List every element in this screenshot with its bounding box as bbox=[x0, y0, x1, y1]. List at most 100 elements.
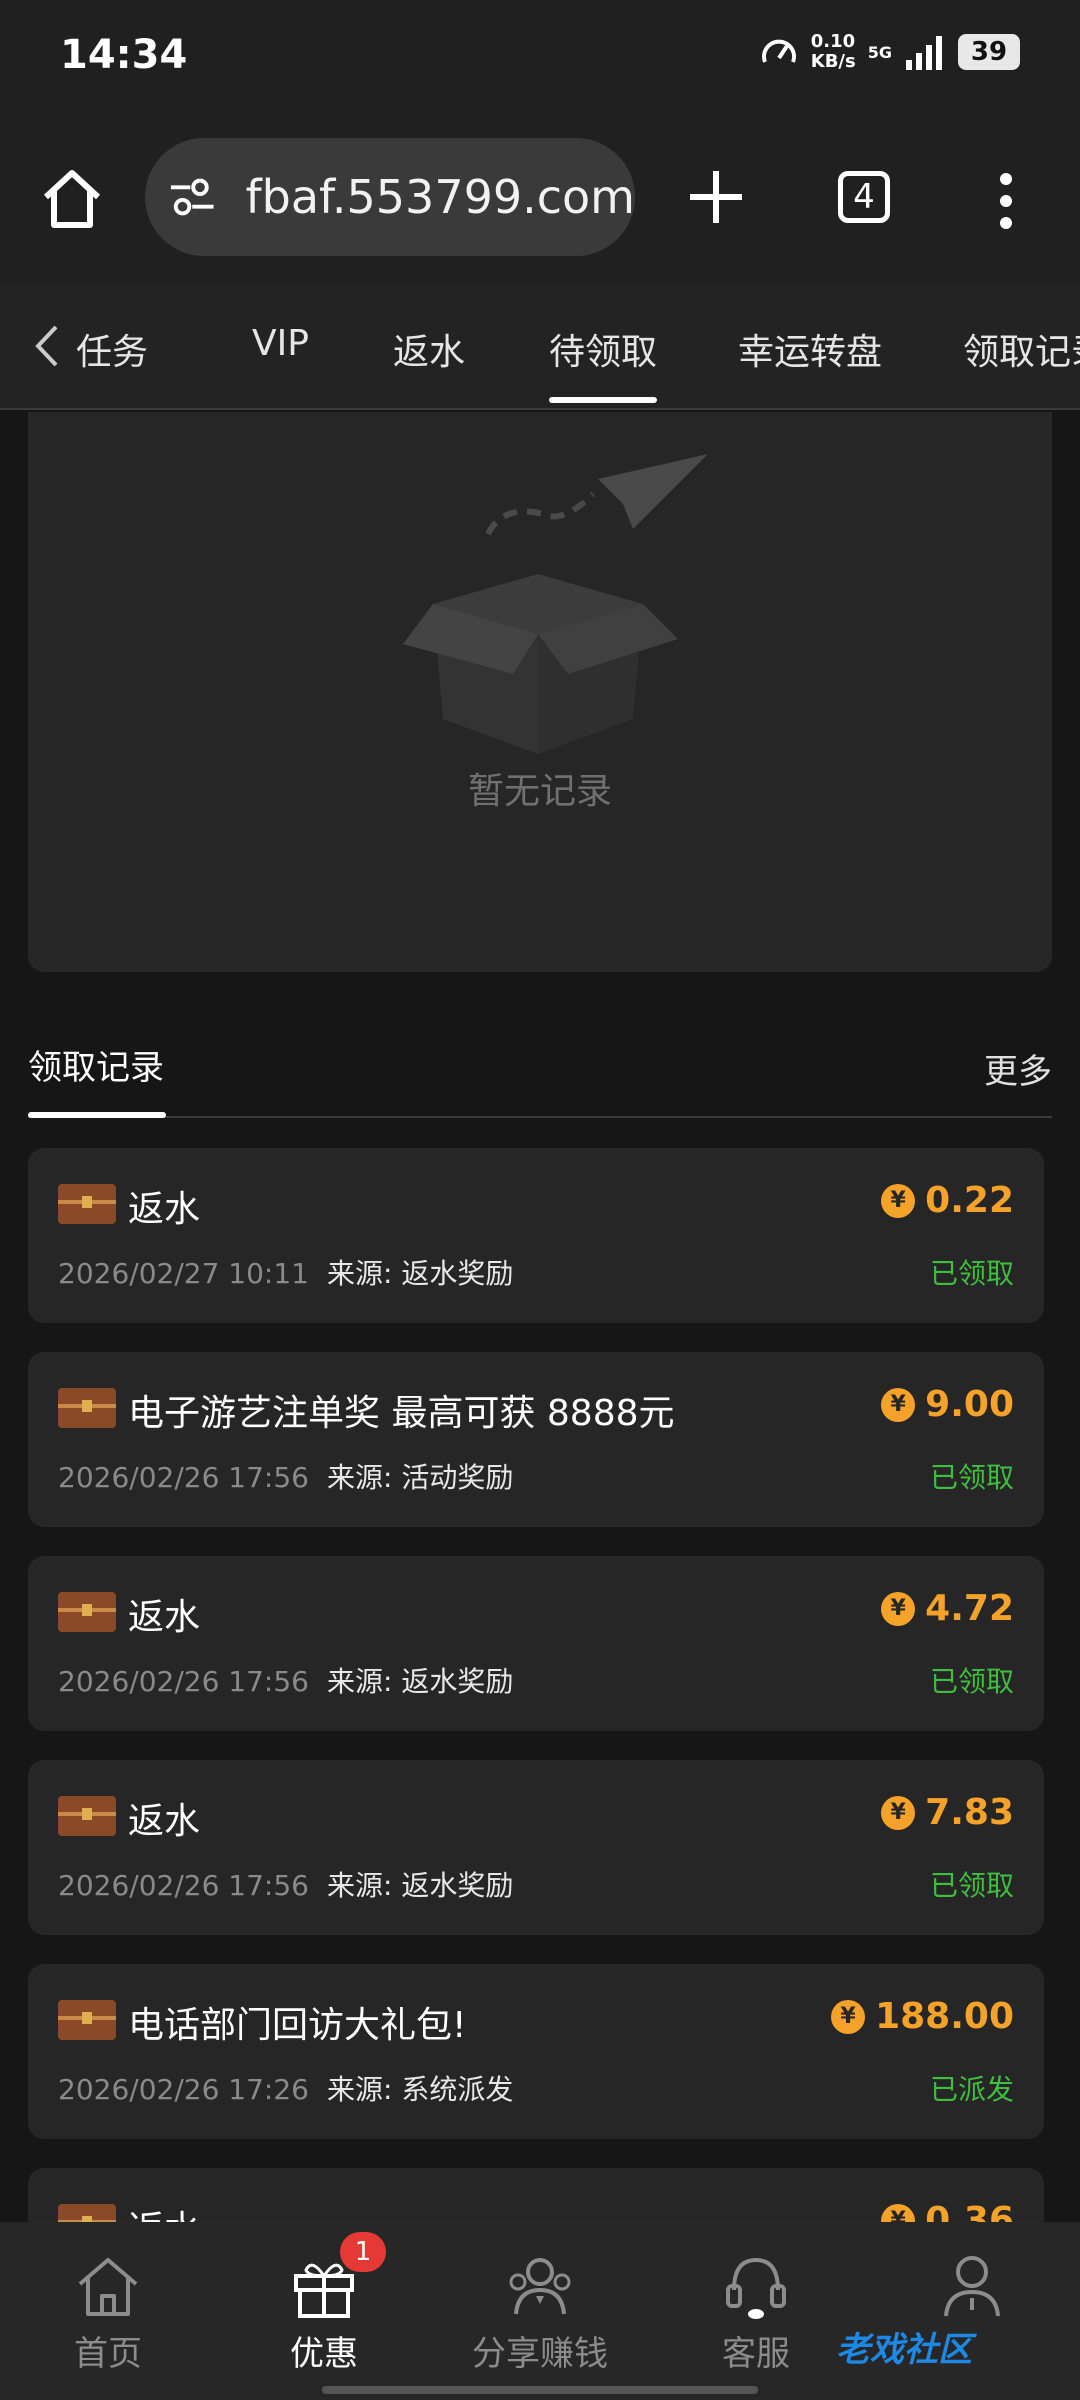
home-indicator[interactable] bbox=[322, 2386, 758, 2394]
nav-label: 优惠 bbox=[290, 2334, 358, 2374]
speed-unit: KB/s bbox=[810, 51, 856, 72]
treasure-chest-icon bbox=[58, 1184, 116, 1224]
coin-icon: ¥ bbox=[881, 1591, 916, 1626]
record-title: 电子游艺注单奖 最高可获 8888元 bbox=[128, 1393, 675, 1434]
headset-icon bbox=[726, 2257, 786, 2319]
tab-claim-records[interactable]: 领取记录 bbox=[963, 323, 1080, 375]
user-icon bbox=[944, 2256, 1000, 2317]
signal-icon bbox=[906, 36, 942, 70]
time-value: 2026/02/26 17:56 bbox=[58, 1665, 309, 1698]
nav-label: 客服 bbox=[722, 2334, 790, 2374]
nav-label: 首页 bbox=[74, 2334, 142, 2374]
record-source: 来源: 返水奖励 bbox=[326, 1869, 514, 1902]
more-link[interactable]: 更多 bbox=[984, 1044, 1052, 1093]
record-amount: ¥ 4.72 bbox=[881, 1588, 1014, 1629]
coin-icon: ¥ bbox=[881, 1183, 916, 1218]
record-card[interactable]: 电话部门回访大礼包! ¥ 188.00 2026/02/26 17:26 来源: … bbox=[28, 1964, 1044, 2139]
home-icon bbox=[78, 2258, 138, 2316]
record-status: 已领取 bbox=[929, 1257, 1014, 1290]
time-value: 2026/02/26 17:56 bbox=[58, 1461, 309, 1494]
record-time: 2026/02/26 17:56 来源: 返水奖励 bbox=[58, 1660, 513, 1700]
record-amount: ¥ 7.83 bbox=[881, 1792, 1014, 1833]
nav-promotions[interactable]: 1 优惠 bbox=[216, 2222, 432, 2400]
browser-toolbar: fbaf.553799.com 4 bbox=[0, 115, 1080, 285]
record-time: 2026/02/27 10:11 来源: 返水奖励 bbox=[58, 1252, 513, 1292]
home-icon[interactable] bbox=[38, 165, 106, 233]
record-status: 已派发 bbox=[929, 2073, 1014, 2106]
tab-lucky-wheel[interactable]: 幸运转盘 bbox=[738, 323, 882, 375]
tab-vip[interactable]: VIP bbox=[252, 323, 309, 364]
record-amount: ¥ 188.00 bbox=[831, 1996, 1014, 2037]
amount-value: 188.00 bbox=[875, 1996, 1014, 2037]
record-card[interactable]: 电子游艺注单奖 最高可获 8888元 ¥ 9.00 2026/02/26 17:… bbox=[28, 1352, 1044, 1527]
nav-home[interactable]: 首页 bbox=[0, 2222, 216, 2400]
status-bar: 14:34 0.10 KB/s 5G 39 bbox=[0, 0, 1080, 115]
tab-switcher-button[interactable]: 4 bbox=[838, 171, 890, 223]
record-amount: ¥ 0.22 bbox=[881, 1180, 1014, 1221]
url-text: fbaf.553799.com bbox=[245, 170, 635, 224]
records-title[interactable]: 领取记录 bbox=[28, 1040, 164, 1089]
share-icon bbox=[509, 2258, 571, 2315]
record-title: 返水 bbox=[128, 1189, 201, 1230]
record-status: 已领取 bbox=[929, 1869, 1014, 1902]
tab-task[interactable]: 任务 bbox=[76, 323, 148, 375]
empty-box-icon bbox=[403, 454, 708, 754]
record-time: 2026/02/26 17:56 来源: 返水奖励 bbox=[58, 1864, 513, 1904]
empty-state-panel: 暂无记录 bbox=[28, 412, 1052, 972]
treasure-chest-icon bbox=[58, 2000, 116, 2040]
treasure-chest-icon bbox=[58, 1592, 116, 1632]
site-settings-icon[interactable] bbox=[169, 177, 215, 217]
amount-value: 4.72 bbox=[925, 1588, 1014, 1629]
record-amount: ¥ 9.00 bbox=[881, 1384, 1014, 1425]
address-bar[interactable]: fbaf.553799.com bbox=[145, 138, 635, 256]
record-card[interactable]: 返水 ¥ 7.83 2026/02/26 17:56 来源: 返水奖励 已领取 bbox=[28, 1760, 1044, 1935]
amount-value: 7.83 bbox=[925, 1792, 1014, 1833]
network-type: 5G bbox=[867, 42, 892, 62]
record-title: 返水 bbox=[128, 1597, 201, 1638]
new-tab-icon[interactable] bbox=[684, 165, 748, 229]
tab-rebate[interactable]: 返水 bbox=[393, 323, 465, 375]
network-speed: 0.10 KB/s bbox=[811, 32, 856, 72]
record-time: 2026/02/26 17:56 来源: 活动奖励 bbox=[58, 1456, 513, 1496]
treasure-chest-icon bbox=[58, 1388, 116, 1428]
time-value: 2026/02/26 17:26 bbox=[58, 2073, 309, 2106]
record-source: 来源: 返水奖励 bbox=[326, 1665, 514, 1698]
nav-share-earn[interactable]: 分享赚钱 bbox=[432, 2222, 648, 2400]
time-value: 2026/02/26 17:56 bbox=[58, 1869, 309, 1902]
category-tabs: 任务 VIP 返水 待领取 幸运转盘 领取记录 bbox=[0, 285, 1080, 410]
empty-state-text: 暂无记录 bbox=[467, 771, 612, 812]
active-tab-indicator bbox=[28, 1112, 166, 1118]
tab-pending[interactable]: 待领取 bbox=[549, 323, 658, 403]
record-source: 来源: 系统派发 bbox=[326, 2073, 514, 2106]
watermark-logo: 老戏社区 bbox=[836, 2330, 972, 2370]
record-source: 来源: 活动奖励 bbox=[326, 1461, 514, 1494]
chevron-left-icon[interactable] bbox=[28, 321, 68, 371]
bottom-navigation: 首页 1 优惠 分享赚钱 客服 bbox=[0, 2222, 1080, 2400]
treasure-chest-icon bbox=[58, 1796, 116, 1836]
time-value: 2026/02/27 10:11 bbox=[58, 1257, 309, 1290]
record-card[interactable]: 返水 ¥ 4.72 2026/02/26 17:56 来源: 返水奖励 已领取 bbox=[28, 1556, 1044, 1731]
record-title: 返水 bbox=[128, 1801, 201, 1842]
amount-value: 9.00 bbox=[925, 1384, 1014, 1425]
records-header: 领取记录 更多 bbox=[28, 1030, 1052, 1118]
amount-value: 0.22 bbox=[925, 1180, 1014, 1221]
record-card[interactable]: 返水 ¥ 0.22 2026/02/27 10:11 来源: 返水奖励 已领取 bbox=[28, 1148, 1044, 1323]
coin-icon: ¥ bbox=[881, 1795, 916, 1830]
record-source: 来源: 返水奖励 bbox=[326, 1257, 514, 1290]
record-time: 2026/02/26 17:26 来源: 系统派发 bbox=[58, 2068, 513, 2108]
coin-icon: ¥ bbox=[881, 1387, 916, 1422]
speedometer-icon bbox=[761, 39, 796, 63]
coin-icon: ¥ bbox=[831, 1999, 866, 2034]
status-indicators: 0.10 KB/s 5G 39 bbox=[759, 32, 1020, 72]
more-menu-icon[interactable] bbox=[996, 171, 1016, 231]
nav-label: 分享赚钱 bbox=[472, 2334, 608, 2374]
record-title: 电话部门回访大礼包! bbox=[128, 2005, 467, 2046]
status-time: 14:34 bbox=[60, 32, 188, 78]
battery-indicator: 39 bbox=[958, 34, 1020, 70]
nav-support[interactable]: 客服 bbox=[648, 2222, 864, 2400]
record-status: 已领取 bbox=[929, 1461, 1014, 1494]
speed-value: 0.10 bbox=[810, 31, 856, 52]
nav-profile[interactable] bbox=[864, 2222, 1080, 2400]
record-status: 已领取 bbox=[929, 1665, 1014, 1698]
divider bbox=[28, 1116, 1052, 1118]
